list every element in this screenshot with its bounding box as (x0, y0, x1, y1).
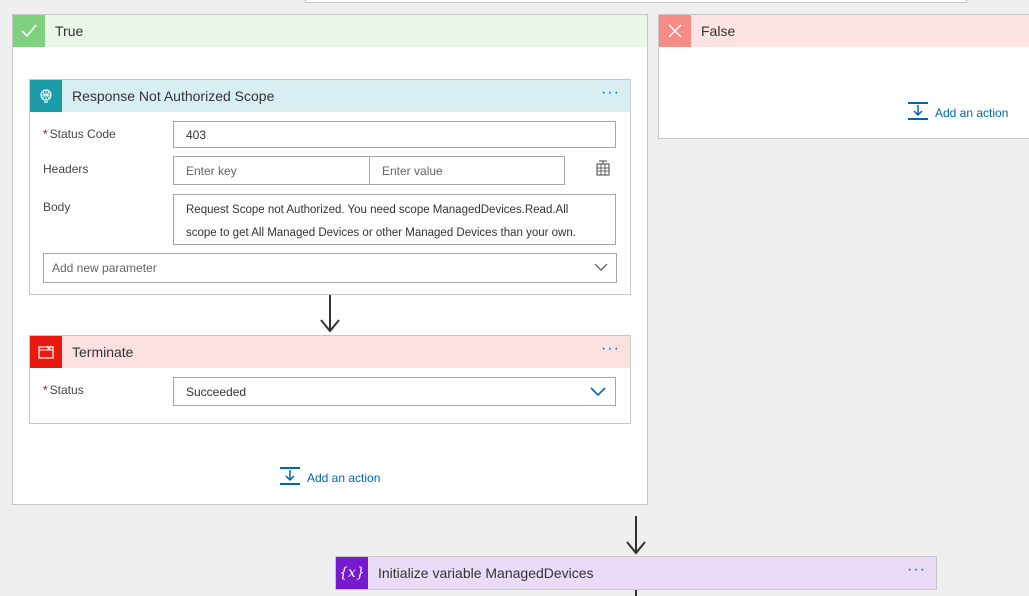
body-text-line2: scope to get All Managed Devices or othe… (186, 227, 576, 239)
status-value: Succeeded (186, 384, 247, 399)
initialize-variable-header[interactable]: {x} Initialize variable ManagedDevices ·… (336, 557, 936, 589)
chevron-down-icon (594, 261, 608, 275)
header-value-input[interactable]: Enter value (369, 156, 565, 185)
add-new-parameter-dropdown[interactable]: Add new parameter (43, 253, 617, 283)
add-action-icon (907, 101, 929, 124)
true-add-action-label: Add an action (307, 470, 381, 485)
headers-label: Headers (43, 162, 89, 176)
status-code-label: * Status Code (43, 127, 116, 141)
false-branch-label: False (701, 23, 736, 39)
false-branch-header[interactable]: False (659, 15, 1029, 47)
initialize-variable-more-button[interactable]: ··· (907, 561, 926, 579)
initialize-variable-card: {x} Initialize variable ManagedDevices ·… (335, 556, 937, 590)
true-branch-header[interactable]: True (13, 15, 647, 47)
connector-arrow-icon (320, 319, 340, 333)
terminate-more-button[interactable]: ··· (601, 340, 620, 358)
globe-icon (30, 80, 62, 112)
status-code-input[interactable]: 403 (173, 121, 616, 148)
terminate-action-title: Terminate (72, 344, 134, 360)
chevron-down-icon (590, 386, 606, 400)
add-new-parameter-label: Add new parameter (52, 261, 157, 275)
true-branch-label: True (55, 23, 84, 39)
previous-step-card (305, 0, 967, 3)
status-dropdown[interactable]: Succeeded (173, 377, 616, 406)
terminate-icon (30, 336, 62, 368)
close-icon (659, 15, 691, 47)
switch-to-text-mode-icon[interactable] (595, 160, 611, 180)
body-input[interactable]: Request Scope not Authorized. You need s… (173, 194, 616, 245)
terminate-action-header[interactable]: Terminate ··· (30, 336, 630, 368)
connector-line (635, 590, 637, 596)
add-action-icon (279, 466, 301, 489)
header-key-input[interactable]: Enter key (173, 156, 370, 185)
variable-icon: {x} (336, 557, 368, 589)
false-add-action-button[interactable]: Add an action (907, 101, 1008, 124)
response-action-title: Response Not Authorized Scope (72, 88, 275, 104)
response-more-button[interactable]: ··· (601, 84, 620, 102)
response-action-header[interactable]: Response Not Authorized Scope ··· (30, 80, 630, 112)
body-label: Body (43, 200, 71, 214)
initialize-variable-title: Initialize variable ManagedDevices (378, 565, 594, 581)
false-add-action-label: Add an action (935, 105, 1009, 120)
connector-arrow-icon (626, 541, 646, 555)
true-add-action-button[interactable]: Add an action (279, 466, 380, 489)
checkmark-icon (13, 15, 45, 47)
body-text-line1: Request Scope not Authorized. You need s… (186, 204, 569, 216)
status-label: * Status (43, 383, 84, 397)
